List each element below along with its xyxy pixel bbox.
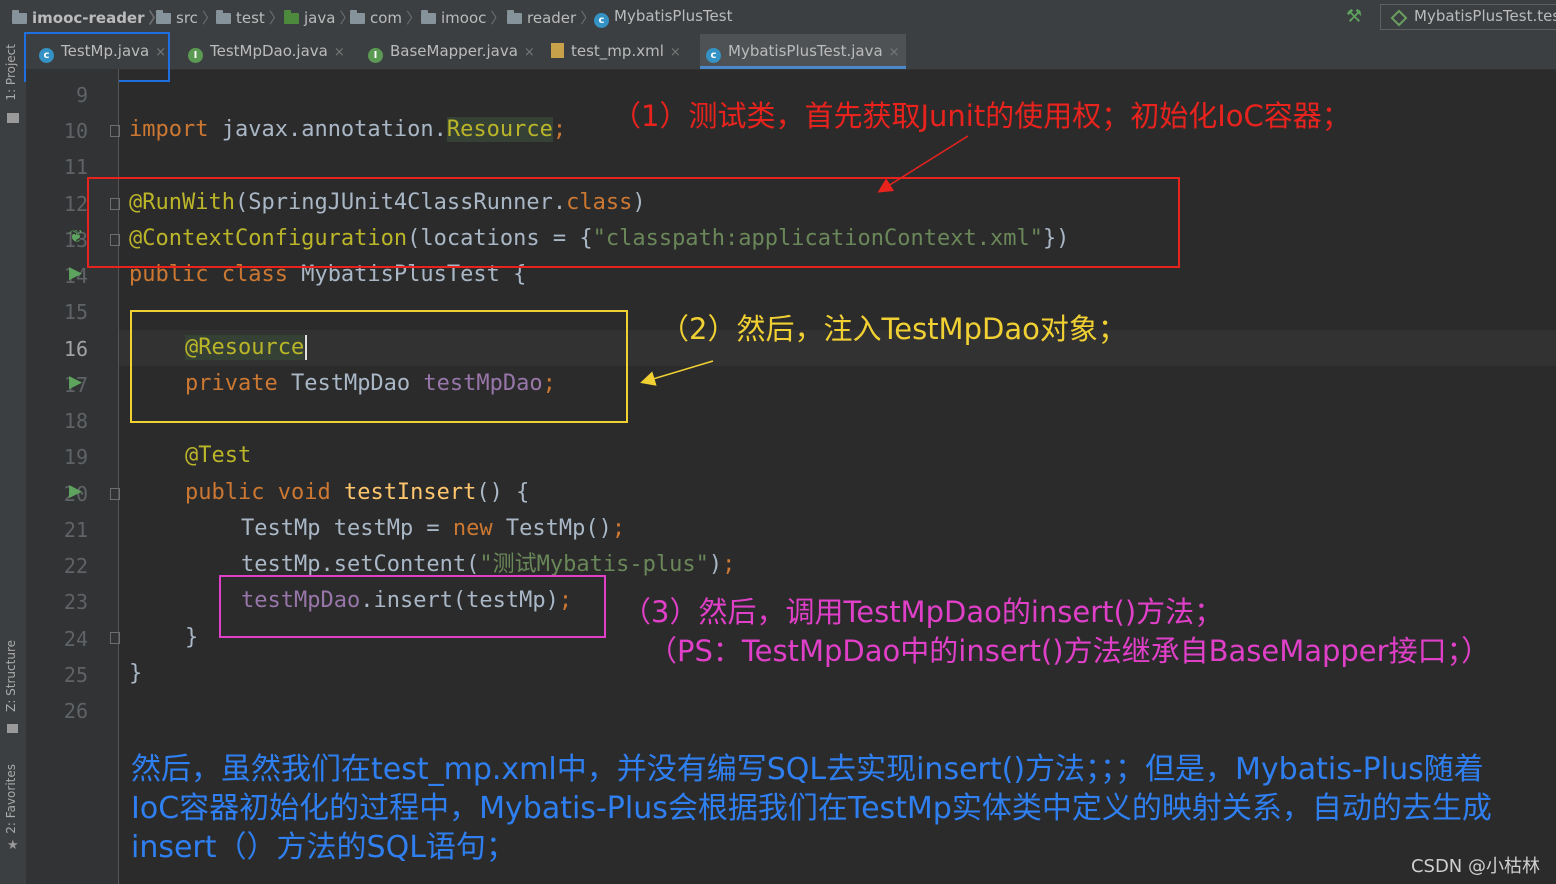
annotation-note-2: （2）然后，注入TestMpDao对象； bbox=[660, 312, 1127, 346]
yellow-arrow bbox=[640, 360, 714, 386]
annotation-note-3b: （PS：TestMpDao中的insert()方法继承自BaseMapper接口… bbox=[648, 634, 1491, 668]
annotation-note-1: （1）测试类，首先获取Junit的使用权；初始化IoC容器； bbox=[612, 99, 1351, 133]
red-arrow bbox=[877, 135, 969, 193]
watermark: CSDN @小枯林 bbox=[1410, 856, 1540, 877]
annotation-note-4: 然后，虽然我们在test_mp.xml中，并没有编写SQL去实现insert()… bbox=[131, 752, 1492, 865]
annotation-note-3: （3）然后，调用TestMpDao的insert()方法； bbox=[622, 595, 1224, 629]
